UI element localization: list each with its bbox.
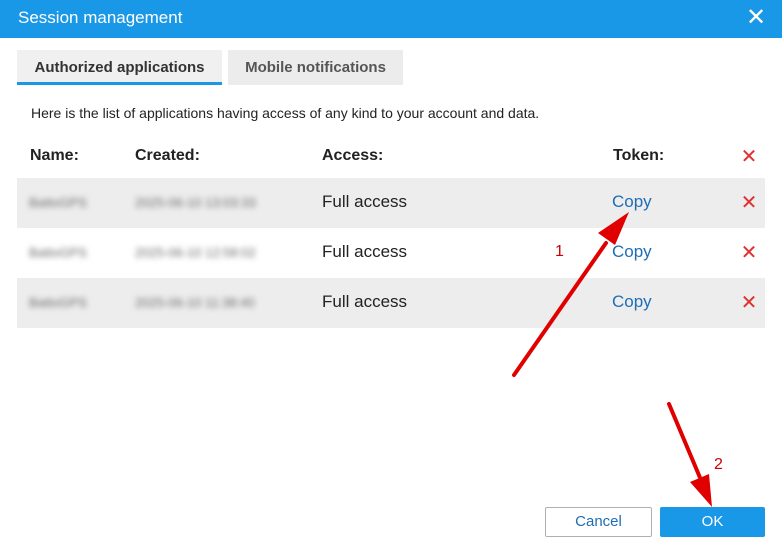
app-name: BattoGPS [29, 245, 87, 260]
access-level: Full access [322, 242, 408, 261]
header-created: Created: [135, 147, 200, 164]
access-level: Full access [322, 292, 408, 311]
dialog-title: Session management [18, 8, 183, 27]
delete-icon[interactable]: ✕ [739, 193, 759, 213]
close-icon[interactable]: ✕ [744, 6, 768, 31]
table-row: BattoGPS 2025-06-10 12:58:02 Full access… [17, 228, 765, 278]
created-date: 2025-06-10 13:03:33 [135, 195, 256, 210]
arrow-to-ok [667, 402, 712, 507]
access-level: Full access [322, 192, 408, 211]
table-row: BattoGPS 2025-06-10 11:38:40 Full access… [17, 278, 765, 328]
cancel-button[interactable]: Cancel [545, 507, 652, 537]
header-token: Token: [613, 147, 665, 164]
header-access: Access: [322, 147, 384, 164]
delete-icon[interactable]: ✕ [739, 293, 759, 313]
created-date: 2025-06-10 11:38:40 [135, 295, 255, 310]
table-header: Name: Created: Access: Token: ✕ [17, 138, 765, 176]
ok-button[interactable]: OK [660, 507, 765, 537]
header-name: Name: [30, 147, 79, 164]
delete-icon[interactable]: ✕ [739, 243, 759, 263]
app-name: BattoGPS [29, 195, 87, 210]
tab-mobile-notifications[interactable]: Mobile notifications [228, 50, 403, 85]
tab-authorized-applications[interactable]: Authorized applications [17, 50, 222, 85]
copy-token-link[interactable]: Copy [612, 242, 652, 262]
created-date: 2025-06-10 12:58:02 [135, 245, 256, 260]
copy-token-link[interactable]: Copy [612, 192, 652, 212]
intro-text: Here is the list of applications having … [31, 105, 540, 121]
annotation-step-1: 1 [555, 243, 564, 260]
table-row: BattoGPS 2025-06-10 13:03:33 Full access… [17, 178, 765, 228]
delete-all-icon[interactable]: ✕ [739, 147, 759, 167]
dialog-titlebar: Session management ✕ [0, 0, 782, 38]
app-name: BattoGPS [29, 295, 87, 310]
annotation-step-2: 2 [714, 456, 723, 473]
copy-token-link[interactable]: Copy [612, 292, 652, 312]
